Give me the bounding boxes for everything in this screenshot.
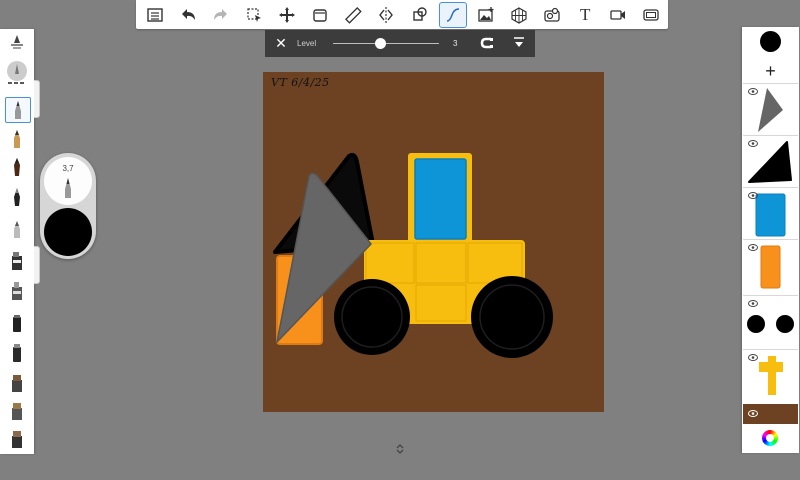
brush-preview-icon[interactable]	[5, 60, 29, 84]
symmetry-icon[interactable]	[370, 0, 403, 29]
drawing-canvas[interactable]: VT 6/4/25	[263, 72, 604, 412]
brush-toolbar	[0, 29, 34, 454]
layer-orange-block[interactable]	[743, 239, 798, 290]
eraser-brush-icon[interactable]	[5, 311, 29, 335]
brush-settings-icon[interactable]	[5, 31, 29, 55]
brush-size-value: 3,7	[62, 164, 74, 173]
close-level-button[interactable]: ✕	[265, 35, 297, 52]
curve-stroke-icon[interactable]	[436, 0, 469, 29]
chisel-marker-icon[interactable]	[5, 249, 29, 273]
brush-color-swatch[interactable]	[44, 208, 92, 256]
layer-black-bucket[interactable]	[743, 135, 798, 186]
text-icon[interactable]: T	[569, 0, 602, 29]
level-slider-thumb[interactable]	[375, 38, 387, 49]
marker-brush-icon[interactable]	[5, 127, 29, 151]
eye-icon[interactable]	[748, 244, 758, 251]
blender-tool-icon[interactable]	[5, 399, 29, 423]
add-image-icon[interactable]	[469, 0, 502, 29]
eye-icon[interactable]	[748, 88, 758, 95]
eye-icon[interactable]	[748, 300, 758, 307]
layer-blue-window[interactable]	[743, 187, 798, 238]
smudge-tool-icon[interactable]	[5, 371, 29, 395]
cab-window	[414, 158, 467, 240]
layer-wheels[interactable]	[743, 295, 798, 346]
layer-stack-icon[interactable]	[304, 0, 337, 29]
brush-size-control[interactable]: 3,7	[44, 157, 92, 205]
toolbar-pull-tab[interactable]	[34, 246, 40, 284]
layers-panel: +	[742, 27, 799, 453]
level-label: Level	[297, 39, 317, 48]
predictive-stroke-icon[interactable]	[536, 0, 569, 29]
brush-puck[interactable]: 3,7	[40, 153, 96, 259]
ink-pen-icon[interactable]	[5, 185, 29, 209]
front-wheel	[334, 279, 410, 355]
selection-icon[interactable]	[237, 0, 270, 29]
layer-yellow-body[interactable]	[743, 349, 798, 400]
shapes-icon[interactable]	[403, 0, 436, 29]
felt-marker-icon[interactable]	[5, 279, 29, 303]
level-value: 3	[453, 39, 458, 48]
ruler-icon[interactable]	[337, 0, 370, 29]
top-toolbar: T	[136, 0, 668, 29]
menu-list-icon[interactable]	[138, 0, 171, 29]
add-layer-button[interactable]: +	[742, 61, 799, 81]
transform-move-icon[interactable]	[271, 0, 304, 29]
airbrush-icon[interactable]	[5, 217, 29, 241]
eye-icon[interactable]	[748, 354, 758, 361]
perspective-grid-icon[interactable]	[502, 0, 535, 29]
redo-icon[interactable]	[204, 0, 237, 29]
level-adjust-bar: ✕ Level 3	[265, 30, 535, 57]
eye-icon[interactable]	[748, 410, 758, 417]
eye-icon[interactable]	[748, 192, 758, 199]
toolbar-pull-tab[interactable]	[34, 80, 40, 118]
canvas-resize-handle[interactable]	[393, 443, 407, 457]
pencil-brush-icon[interactable]	[5, 97, 31, 123]
current-color-swatch[interactable]	[760, 31, 781, 52]
color-wheel-icon[interactable]	[762, 430, 778, 446]
collapse-down-icon[interactable]	[513, 36, 525, 52]
rear-wheel	[471, 276, 553, 358]
video-record-icon[interactable]	[602, 0, 635, 29]
fullscreen-icon[interactable]	[635, 0, 668, 29]
soft-eraser-icon[interactable]	[5, 341, 29, 365]
layer-gray-shovel[interactable]	[743, 83, 798, 134]
undo-icon[interactable]	[171, 0, 204, 29]
magnet-icon[interactable]	[479, 35, 495, 53]
eye-icon[interactable]	[748, 140, 758, 147]
paintbrush-icon[interactable]	[5, 155, 29, 179]
fill-tool-icon[interactable]	[5, 427, 29, 451]
layer-background[interactable]	[743, 404, 798, 424]
bulldozer-artwork	[273, 152, 553, 358]
